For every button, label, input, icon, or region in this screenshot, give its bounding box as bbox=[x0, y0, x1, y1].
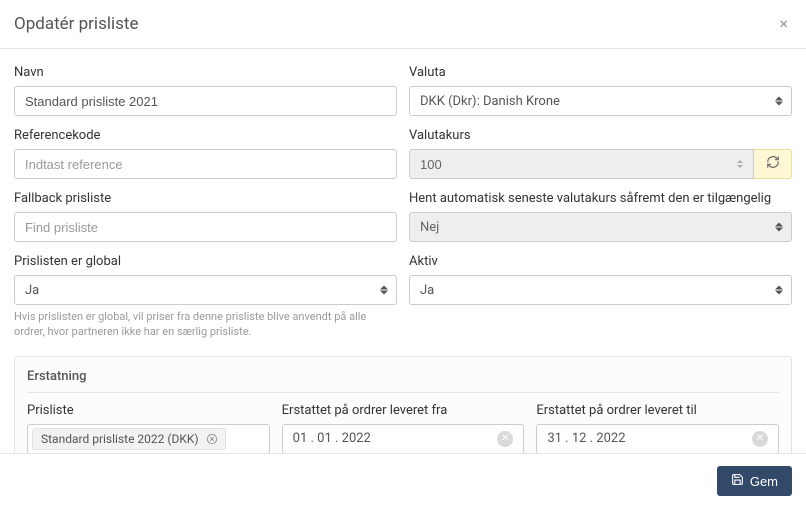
field-autofetch: Hent automatisk seneste valutakurs såfre… bbox=[409, 191, 792, 242]
global-select[interactable]: Ja bbox=[14, 275, 397, 305]
modal-title: Opdatér prisliste bbox=[14, 14, 138, 34]
save-icon bbox=[731, 473, 744, 489]
label-active: Aktiv bbox=[409, 254, 792, 269]
field-global: Prislisten er global Ja Hvis prislisten … bbox=[14, 254, 397, 340]
replacement-from-input[interactable]: 01 . 01 . 2022 ✕ bbox=[282, 424, 525, 453]
field-replacement-to: Erstattet på ordrer leveret til 31 . 12 … bbox=[536, 403, 779, 453]
label-reference: Referencekode bbox=[14, 128, 397, 143]
save-button-label: Gem bbox=[750, 474, 778, 489]
reference-input-wrap bbox=[14, 149, 397, 179]
update-pricelist-modal: Opdatér prisliste × Navn Valuta DKK (Dkr… bbox=[0, 0, 806, 508]
rate-input-wrap bbox=[409, 149, 754, 179]
form-grid: Navn Valuta DKK (Dkr): Danish Krone Refe… bbox=[14, 65, 792, 340]
chevron-sort-icon bbox=[380, 286, 388, 295]
fallback-input-wrap bbox=[14, 212, 397, 242]
autofetch-select[interactable]: Nej bbox=[409, 212, 792, 242]
reference-input[interactable] bbox=[25, 150, 386, 178]
label-name: Navn bbox=[14, 65, 397, 80]
global-select-value: Ja bbox=[25, 283, 39, 298]
modal-body: Navn Valuta DKK (Dkr): Danish Krone Refe… bbox=[0, 49, 806, 453]
autofetch-select-value: Nej bbox=[420, 220, 439, 235]
field-currency: Valuta DKK (Dkr): Danish Krone bbox=[409, 65, 792, 116]
global-help-text: Hvis prislisten er global, vil priser fr… bbox=[14, 310, 397, 340]
field-replacement-pricelist: Prisliste Standard prisliste 2022 (DKK) bbox=[27, 403, 270, 453]
replacement-from-value: 01 . 01 . 2022 bbox=[293, 431, 371, 446]
label-global: Prislisten er global bbox=[14, 254, 397, 269]
replacement-pricelist-token-text: Standard prisliste 2022 (DKK) bbox=[41, 433, 199, 445]
active-select-value: Ja bbox=[420, 283, 434, 298]
field-fallback: Fallback prisliste bbox=[14, 191, 397, 242]
label-replacement-to: Erstattet på ordrer leveret til bbox=[536, 403, 779, 418]
chevron-sort-icon bbox=[775, 223, 783, 232]
active-select[interactable]: Ja bbox=[409, 275, 792, 305]
chevron-sort-icon bbox=[775, 97, 783, 106]
chevron-sort-icon bbox=[775, 286, 783, 295]
replacement-pricelist-token: Standard prisliste 2022 (DKK) bbox=[32, 428, 226, 450]
field-rate: Valutakurs bbox=[409, 128, 792, 179]
modal-footer: Gem bbox=[0, 453, 806, 508]
label-replacement-pricelist: Prisliste bbox=[27, 403, 270, 418]
replacement-grid: Prisliste Standard prisliste 2022 (DKK) bbox=[27, 403, 779, 453]
replacement-card: Erstatning Prisliste Standard prisliste … bbox=[14, 356, 792, 453]
field-replacement-from: Erstattet på ordrer leveret fra 01 . 01 … bbox=[282, 403, 525, 453]
replacement-to-input[interactable]: 31 . 12 . 2022 ✕ bbox=[536, 424, 779, 453]
name-input-wrap bbox=[14, 86, 397, 116]
replacement-to-value: 31 . 12 . 2022 bbox=[547, 431, 625, 446]
number-stepper-icon bbox=[737, 160, 743, 168]
label-replacement-from: Erstattet på ordrer leveret fra bbox=[282, 403, 525, 418]
clear-icon[interactable] bbox=[205, 432, 219, 446]
modal-header: Opdatér prisliste × bbox=[0, 0, 806, 49]
refresh-rate-button[interactable] bbox=[754, 149, 792, 179]
refresh-icon bbox=[766, 155, 780, 173]
label-fallback: Fallback prisliste bbox=[14, 191, 397, 206]
fallback-input[interactable] bbox=[25, 213, 386, 241]
label-autofetch: Hent automatisk seneste valutakurs såfre… bbox=[409, 191, 792, 206]
clear-icon[interactable]: ✕ bbox=[752, 431, 768, 447]
label-rate: Valutakurs bbox=[409, 128, 792, 143]
rate-row bbox=[409, 149, 792, 179]
close-icon[interactable]: × bbox=[777, 14, 790, 34]
rate-input[interactable] bbox=[420, 150, 725, 178]
label-currency: Valuta bbox=[409, 65, 792, 80]
clear-icon[interactable]: ✕ bbox=[497, 431, 513, 447]
replacement-pricelist-input[interactable]: Standard prisliste 2022 (DKK) bbox=[27, 424, 270, 453]
name-input[interactable] bbox=[25, 87, 386, 115]
save-button[interactable]: Gem bbox=[717, 466, 792, 496]
field-name: Navn bbox=[14, 65, 397, 116]
field-active: Aktiv Ja bbox=[409, 254, 792, 340]
field-reference: Referencekode bbox=[14, 128, 397, 179]
currency-select[interactable]: DKK (Dkr): Danish Krone bbox=[409, 86, 792, 116]
currency-select-value: DKK (Dkr): Danish Krone bbox=[420, 94, 560, 109]
replacement-title: Erstatning bbox=[27, 369, 779, 393]
